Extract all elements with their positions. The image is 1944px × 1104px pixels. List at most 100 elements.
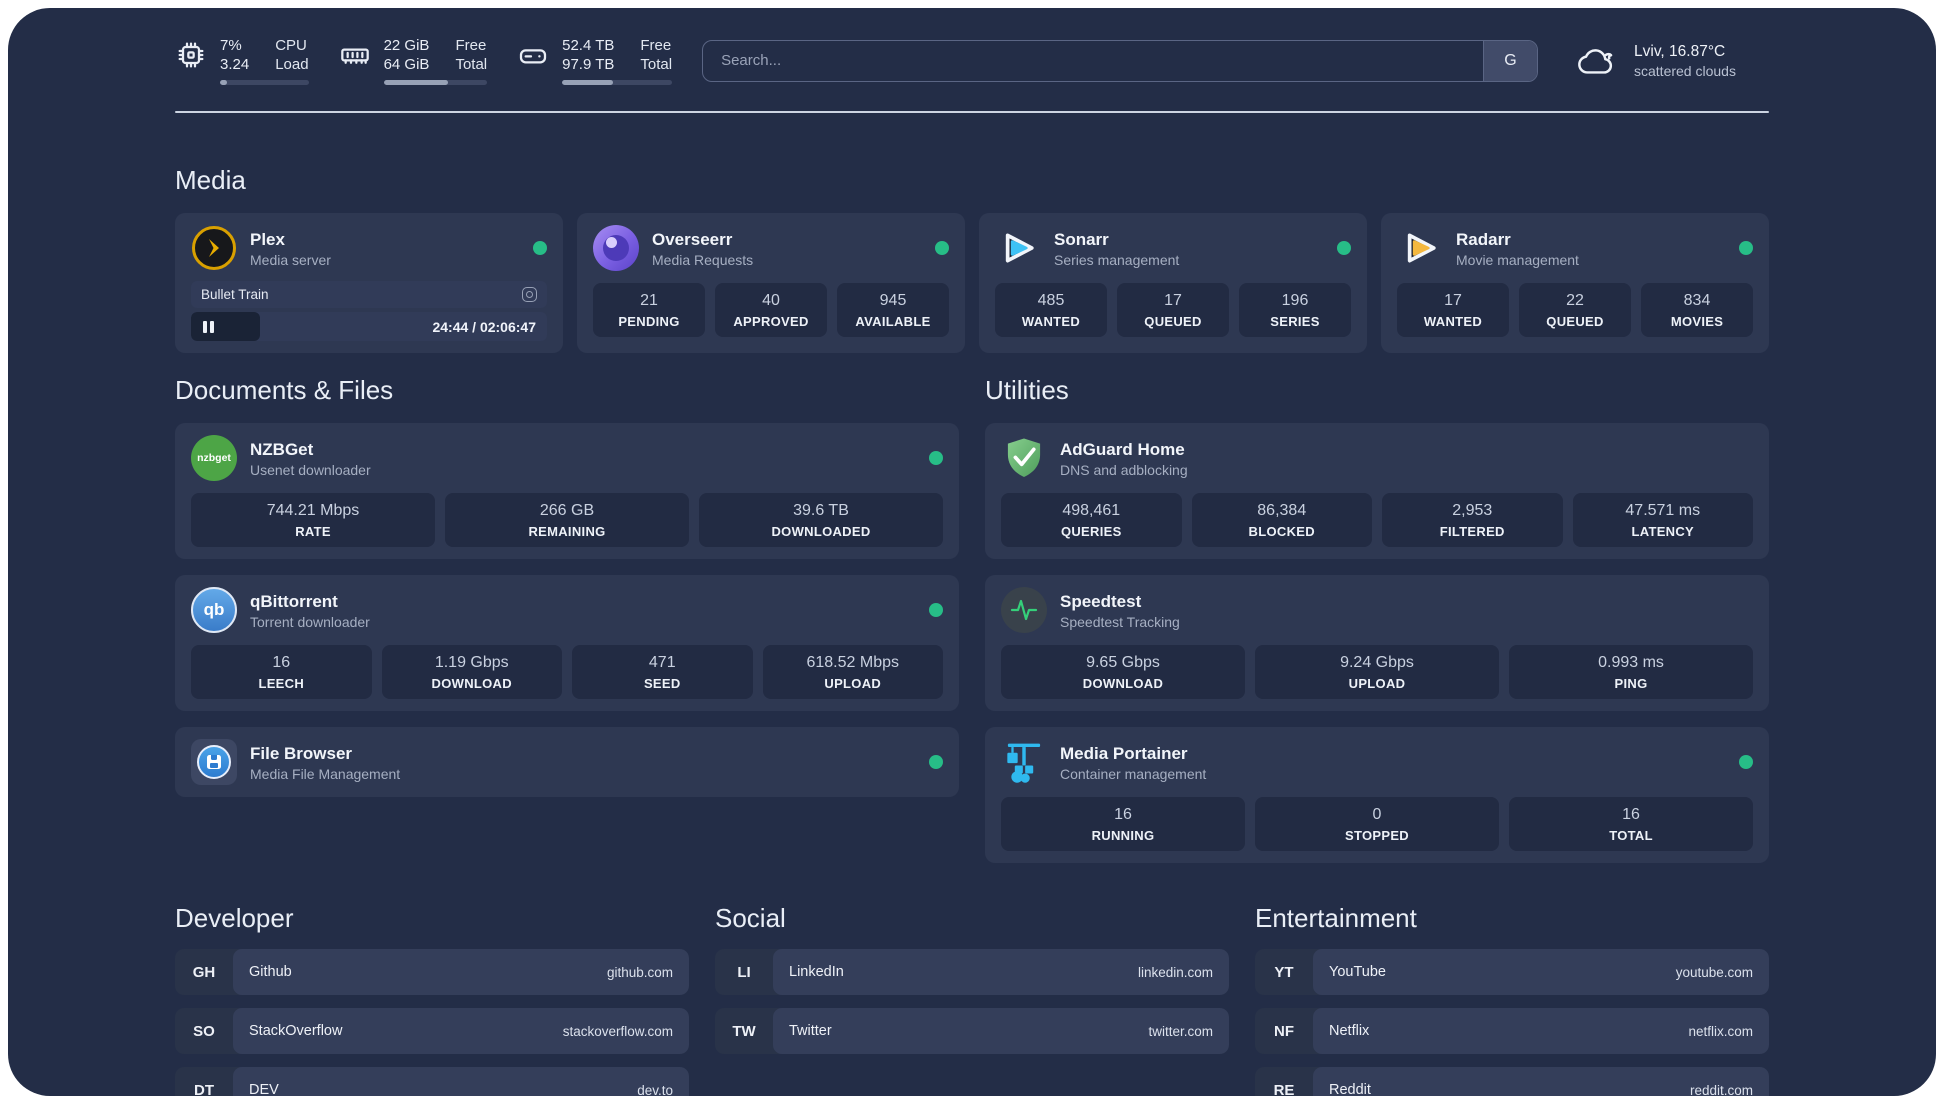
stat-value: 0.993 ms [1598, 654, 1664, 671]
stat-label: WANTED [1423, 314, 1483, 329]
link-name: Netflix [1329, 1023, 1370, 1039]
stat-box: 266 GB REMAINING [445, 493, 689, 547]
section-title-utilities: Utilities [985, 375, 1069, 405]
link-url: linkedin.com [1137, 964, 1213, 980]
link-netflix[interactable]: NF Netflix netflix.com [1255, 1008, 1769, 1054]
stat-value: 86,384 [1257, 502, 1307, 519]
link-name: Twitter [789, 1023, 832, 1039]
link-badge: TW [732, 1022, 756, 1040]
app-name: NZBGet [250, 439, 314, 459]
stat-value: 834 [1683, 292, 1711, 309]
app-card-sonarr[interactable]: Sonarr Series management 485 WANTED 17 Q… [979, 213, 1367, 353]
stat-value: 17 [1444, 292, 1462, 309]
app-card-overseerr[interactable]: Overseerr Media Requests 21 PENDING 40 A… [577, 213, 965, 353]
app-card-radarr[interactable]: Radarr Movie management 17 WANTED 22 QUE… [1381, 213, 1769, 353]
stat-box: 9.24 Gbps UPLOAD [1255, 645, 1499, 699]
app-name: Speedtest [1060, 591, 1142, 611]
cpu-icon [175, 39, 207, 71]
stat-value: 618.52 Mbps [806, 654, 899, 671]
cpu-progress-bar [220, 80, 309, 85]
memory-free-value: 22 GiB [383, 37, 430, 54]
link-url: netflix.com [1688, 1023, 1753, 1039]
stat-box: 16 RUNNING [1001, 797, 1245, 851]
weather-widget[interactable]: Lviv, 16.87°C scattered clouds [1574, 41, 1769, 81]
link-url: reddit.com [1689, 1082, 1753, 1097]
stat-box: 86,384 BLOCKED [1191, 493, 1372, 547]
stat-box: 196 SERIES [1239, 283, 1351, 337]
stat-label: DOWNLOADED [771, 524, 871, 539]
search-engine-button[interactable]: G [1483, 40, 1537, 81]
app-name: Radarr [1456, 229, 1511, 249]
disk-free-value: 52.4 TB [562, 37, 615, 54]
stat-box: 0.993 ms PING [1509, 645, 1753, 699]
app-card-adguard[interactable]: AdGuard Home DNS and adblocking 498,461 … [985, 423, 1769, 559]
stat-box: 22 QUEUED [1519, 283, 1631, 337]
app-card-nzbget[interactable]: nzbget NZBGet Usenet downloader 744.21 M… [175, 423, 959, 559]
app-card-filebrowser[interactable]: File Browser Media File Management [175, 727, 959, 797]
stat-value: 47.571 ms [1625, 502, 1701, 519]
now-playing-row: Bullet Train [191, 281, 547, 308]
app-subtitle: Media File Management [250, 765, 401, 782]
app-subtitle: Speedtest Tracking [1060, 613, 1180, 630]
stat-label: QUEUED [1144, 314, 1202, 329]
nzbget-icon: nzbget [191, 435, 237, 481]
stat-value: 744.21 Mbps [266, 502, 360, 519]
stat-label: WANTED [1021, 314, 1081, 329]
now-playing-title: Bullet Train [201, 287, 269, 302]
stat-box: 485 WANTED [995, 283, 1107, 337]
cpu-usage-value: 7% [220, 37, 242, 54]
link-badge: SO [193, 1022, 215, 1040]
cpu-load-value: 3.24 [220, 56, 250, 73]
stat-box: 16 TOTAL [1509, 797, 1753, 851]
now-playing-settings-icon[interactable] [522, 287, 537, 302]
stat-label: DOWNLOAD [431, 676, 512, 691]
link-reddit[interactable]: RE Reddit reddit.com [1255, 1067, 1769, 1096]
section-documents: Documents & Files nzbget NZBGet Usenet d… [175, 375, 959, 863]
app-card-speedtest[interactable]: Speedtest Speedtest Tracking 9.65 Gbps D… [985, 575, 1769, 711]
stat-value: 16 [1622, 806, 1640, 823]
link-name: Github [249, 964, 292, 980]
stat-value: 471 [648, 654, 676, 671]
link-badge: LI [737, 963, 751, 981]
stat-value: 498,461 [1062, 502, 1121, 519]
disk-progress-fill [562, 80, 613, 85]
header-divider [175, 111, 1769, 113]
link-linkedin[interactable]: LI LinkedIn linkedin.com [715, 949, 1229, 995]
stat-box: 498,461 QUERIES [1001, 493, 1182, 547]
memory-free-label: Free [455, 37, 487, 54]
stat-box: 945 AVAILABLE [837, 283, 949, 337]
link-url: dev.to [637, 1082, 673, 1097]
stat-value: 16 [272, 654, 291, 671]
link-name: LinkedIn [789, 964, 844, 980]
app-name: Media Portainer [1060, 743, 1188, 763]
stat-box: 744.21 Mbps RATE [191, 493, 435, 547]
stat-box: 17 QUEUED [1117, 283, 1229, 337]
disk-icon [517, 39, 549, 71]
link-name: DEV [249, 1082, 279, 1096]
search-box: G [702, 39, 1538, 82]
app-card-portainer[interactable]: Media Portainer Container management 16 … [985, 727, 1769, 863]
search-input[interactable] [703, 40, 1483, 81]
app-card-plex[interactable]: Plex Media server Bullet Train 24:44 / 0… [175, 213, 563, 353]
stat-label: RATE [295, 524, 331, 539]
section-title-social: Social [715, 903, 786, 933]
app-subtitle: Series management [1054, 251, 1180, 268]
link-stackoverflow[interactable]: SO StackOverflow stackoverflow.com [175, 1008, 689, 1054]
link-name: YouTube [1329, 964, 1386, 980]
app-card-qbittorrent[interactable]: qb qBittorrent Torrent downloader 16 LEE… [175, 575, 959, 711]
link-url: youtube.com [1675, 964, 1753, 980]
link-twitter[interactable]: TW Twitter twitter.com [715, 1008, 1229, 1054]
stat-label: DOWNLOAD [1082, 676, 1164, 691]
portainer-icon [1001, 739, 1047, 785]
stat-value: 9.24 Gbps [1340, 654, 1414, 671]
pause-icon[interactable] [203, 320, 214, 333]
link-youtube[interactable]: YT YouTube youtube.com [1255, 949, 1769, 995]
system-stats: 7% 3.24 CPU Load 22 GiB 64 GiB Free Tota… [175, 36, 673, 85]
stat-label: QUEUED [1546, 314, 1604, 329]
app-name: Plex [250, 229, 285, 249]
disk-total-value: 97.9 TB [562, 56, 615, 73]
stat-label: BLOCKED [1248, 524, 1315, 539]
disk-free-label: Free [640, 37, 672, 54]
link-dev[interactable]: DT DEV dev.to [175, 1067, 689, 1096]
link-github[interactable]: GH Github github.com [175, 949, 689, 995]
